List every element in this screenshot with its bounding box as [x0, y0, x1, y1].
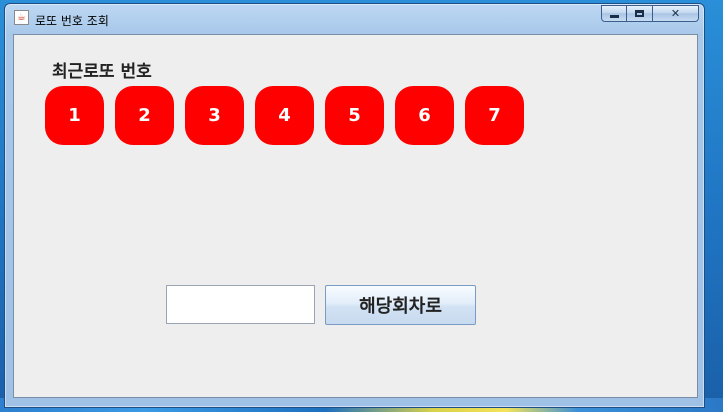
maximize-icon [635, 10, 644, 17]
java-icon[interactable]: ☕ [14, 10, 29, 25]
minimize-button[interactable] [601, 5, 627, 22]
window-title: 로또 번호 조회 [35, 14, 109, 28]
lotto-ball-6: 6 [395, 86, 454, 145]
close-icon: ✕ [670, 7, 681, 20]
lotto-ball-7: 7 [465, 86, 524, 145]
lotto-ball-2: 2 [115, 86, 174, 145]
maximize-button[interactable] [627, 5, 653, 22]
content-panel: 최근로또 번호 1 2 3 4 5 6 7 해당회차로 [13, 34, 698, 398]
recent-lotto-title: 최근로또 번호 [52, 62, 152, 82]
caption-buttons: ✕ [601, 5, 699, 24]
minimize-icon [609, 15, 619, 18]
title-bar[interactable]: ☕ 로또 번호 조회 ✕ [5, 4, 704, 32]
go-to-round-button[interactable]: 해당회차로 [325, 285, 476, 325]
lotto-ball-1: 1 [45, 86, 104, 145]
lotto-ball-5: 5 [325, 86, 384, 145]
close-button[interactable]: ✕ [653, 5, 699, 22]
lotto-ball-4: 4 [255, 86, 314, 145]
lotto-ball-3: 3 [185, 86, 244, 145]
round-number-input[interactable] [166, 285, 315, 324]
app-window: ☕ 로또 번호 조회 ✕ 최근로또 번호 1 2 3 4 5 6 7 해당회차로 [4, 3, 705, 408]
